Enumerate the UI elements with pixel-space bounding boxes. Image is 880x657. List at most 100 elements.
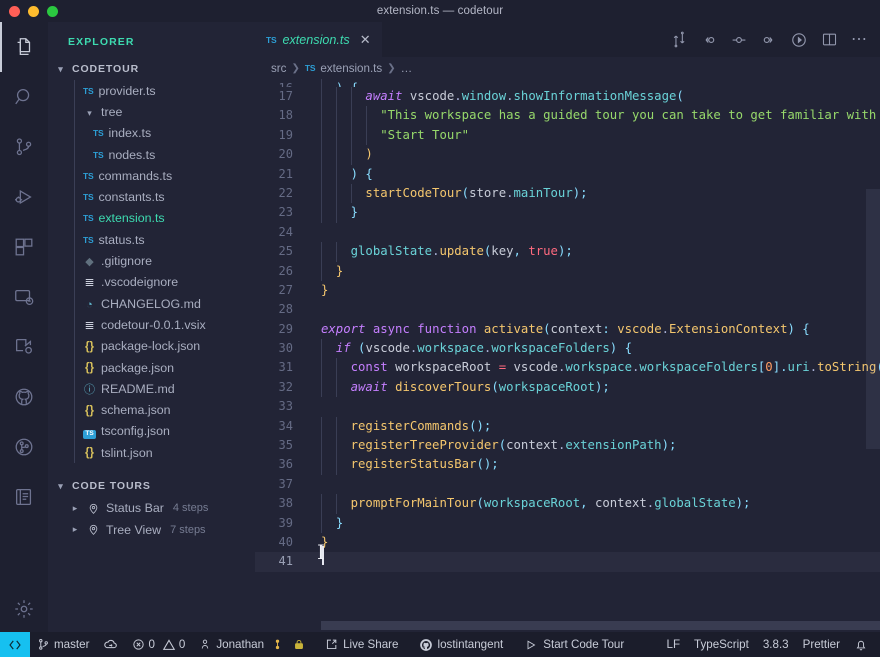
tab-extension-ts[interactable]: TS extension.ts ✕	[255, 22, 382, 57]
code-line[interactable]: 31 const workspaceRoot = vscode.workspac…	[255, 358, 880, 377]
status-eol[interactable]: LF	[660, 632, 688, 657]
code-line[interactable]: 17 await vscode.window.showInformationMe…	[255, 87, 880, 106]
chevron-right-icon[interactable]: ▸	[68, 524, 82, 535]
status-formatter[interactable]: Prettier	[796, 632, 847, 657]
code-line[interactable]: 21 ) {	[255, 165, 880, 184]
code-line[interactable]: 33	[255, 397, 880, 416]
file-tree-item[interactable]: ◔CHANGELOG.md	[48, 293, 255, 314]
line-number: 37	[255, 475, 311, 494]
status-problems[interactable]: 0 0	[125, 632, 192, 657]
split-editor-icon[interactable]	[818, 28, 840, 52]
file-tree-item[interactable]: {}package.json	[48, 357, 255, 378]
code-line[interactable]: 16 ) {	[255, 79, 880, 87]
previous-tour-step-icon[interactable]	[698, 28, 720, 52]
code-tours-header[interactable]: ▾ CODE TOURS	[48, 475, 255, 497]
code-line[interactable]: 38 promptForMainTour(workspaceRoot, cont…	[255, 494, 880, 513]
code-line[interactable]: 28	[255, 300, 880, 319]
status-notifications[interactable]	[847, 632, 880, 657]
code-line[interactable]: 39 }	[255, 514, 880, 533]
code-token: );	[558, 244, 573, 258]
editor-horizontal-scrollbar[interactable]	[321, 621, 880, 630]
status-live-share-button[interactable]: Live Share	[318, 632, 405, 657]
code-line[interactable]: 19 "Start Tour"	[255, 126, 880, 145]
remote-window-button[interactable]	[0, 632, 30, 657]
record-tour-step-icon[interactable]	[728, 28, 750, 52]
code-line[interactable]: 34 registerCommands();	[255, 417, 880, 436]
code-token	[321, 516, 336, 530]
code-line[interactable]: 26 }	[255, 262, 880, 281]
compare-changes-icon[interactable]	[668, 28, 690, 52]
code-tokens: globalState.update(key, true);	[321, 244, 573, 258]
code-line[interactable]: 40}	[255, 533, 880, 552]
code-token: (	[491, 380, 498, 394]
close-tab-icon[interactable]: ✕	[360, 32, 371, 48]
status-language-mode[interactable]: TypeScript	[687, 632, 756, 657]
code-line[interactable]: 29export async function activate(context…	[255, 320, 880, 339]
chevron-right-icon[interactable]: ▸	[68, 503, 82, 514]
code-line[interactable]: 37	[255, 475, 880, 494]
breadcrumb-item-file[interactable]: extension.ts	[320, 62, 382, 75]
status-start-code-tour[interactable]: Start Code Tour	[518, 632, 631, 657]
status-account[interactable]: lostintangent	[412, 632, 511, 657]
file-tree-item[interactable]: ◆.gitignore	[48, 250, 255, 271]
code-line[interactable]: 25 globalState.update(key, true);	[255, 242, 880, 261]
sidebar-item-extensions[interactable]	[0, 222, 48, 272]
file-tree-item[interactable]: {}tslint.json	[48, 442, 255, 463]
status-sync[interactable]	[96, 632, 125, 657]
code-token	[321, 244, 351, 258]
line-number: 34	[255, 417, 311, 436]
sidebar-item-source-control[interactable]	[0, 122, 48, 172]
file-tree-item[interactable]: TSindex.ts	[48, 123, 255, 144]
code-line[interactable]: 22 startCodeTour(store.mainTour);	[255, 184, 880, 203]
code-line[interactable]: 18 "This workspace has a guided tour you…	[255, 106, 880, 125]
code-line[interactable]: 32 await discoverTours(workspaceRoot);	[255, 378, 880, 397]
code-line[interactable]: 24	[255, 223, 880, 242]
file-tree-item[interactable]: TSconstants.ts	[48, 186, 255, 207]
editor-vertical-scrollbar[interactable]	[866, 189, 880, 449]
code-line[interactable]: 23 }	[255, 203, 880, 222]
sidebar-item-search[interactable]	[0, 72, 48, 122]
code-line[interactable]: 30 if (vscode.workspace.workspaceFolders…	[255, 339, 880, 358]
file-tree-item[interactable]: ⓘREADME.md	[48, 378, 255, 399]
code-tour-item[interactable]: ▸Status Bar4 steps	[48, 497, 255, 519]
code-token: mainTour	[514, 186, 573, 200]
file-tree-item[interactable]: TSstatus.ts	[48, 229, 255, 250]
status-branch[interactable]: master	[30, 632, 96, 657]
file-tree-item[interactable]: {}schema.json	[48, 399, 255, 420]
next-tour-step-icon[interactable]	[758, 28, 780, 52]
file-tree-item[interactable]: TStsconfig.json	[48, 421, 255, 442]
code-line[interactable]: 36 registerStatusBar();	[255, 455, 880, 474]
breadcrumb-item-symbol[interactable]: …	[401, 62, 413, 75]
file-tree-item[interactable]: TSprovider.ts	[48, 80, 255, 101]
code-token: workspaceRoot	[499, 380, 595, 394]
code-line[interactable]: 20 )	[255, 145, 880, 164]
file-tree-item[interactable]: {}package-lock.json	[48, 336, 255, 357]
breadcrumb-item-src[interactable]: src	[271, 62, 286, 75]
json-icon: {}	[83, 403, 96, 418]
code-line[interactable]: 27}	[255, 281, 880, 300]
sidebar-item-code-tour[interactable]	[0, 472, 48, 522]
status-live-share-user[interactable]: Jonathan	[192, 632, 312, 657]
file-tree-item[interactable]: TSextension.ts	[48, 208, 255, 229]
sidebar-item-live-share[interactable]	[0, 322, 48, 372]
manage-settings-button[interactable]	[0, 586, 48, 632]
sidebar-item-github[interactable]	[0, 372, 48, 422]
file-tree-item[interactable]: TSnodes.ts	[48, 144, 255, 165]
code-tokens: "This workspace has a guided tour you ca…	[321, 108, 880, 122]
more-actions-icon[interactable]: ⋯	[848, 28, 870, 52]
sidebar-item-run-and-debug[interactable]	[0, 172, 48, 222]
sidebar-item-remote-explorer[interactable]	[0, 272, 48, 322]
file-tree-item[interactable]: TScommands.ts	[48, 165, 255, 186]
code-editor[interactable]: 16 ) {17 await vscode.window.showInforma…	[255, 79, 880, 632]
explorer-folder-header[interactable]: ▾ CODETOUR	[48, 58, 255, 80]
file-tree-item[interactable]: ▾tree	[48, 101, 255, 122]
start-tour-icon[interactable]	[788, 28, 810, 52]
file-tree-item[interactable]: ≣codetour-0.0.1.vsix	[48, 314, 255, 335]
sidebar-item-gitlens[interactable]	[0, 422, 48, 472]
code-line[interactable]: 35 registerTreeProvider(context.extensio…	[255, 436, 880, 455]
sidebar-item-explorer[interactable]	[0, 22, 48, 72]
status-typescript-version[interactable]: 3.8.3	[756, 632, 796, 657]
code-line[interactable]: 41	[255, 552, 880, 571]
code-tour-item[interactable]: ▸Tree View7 steps	[48, 519, 255, 541]
file-tree-item[interactable]: ≣.vscodeignore	[48, 272, 255, 293]
